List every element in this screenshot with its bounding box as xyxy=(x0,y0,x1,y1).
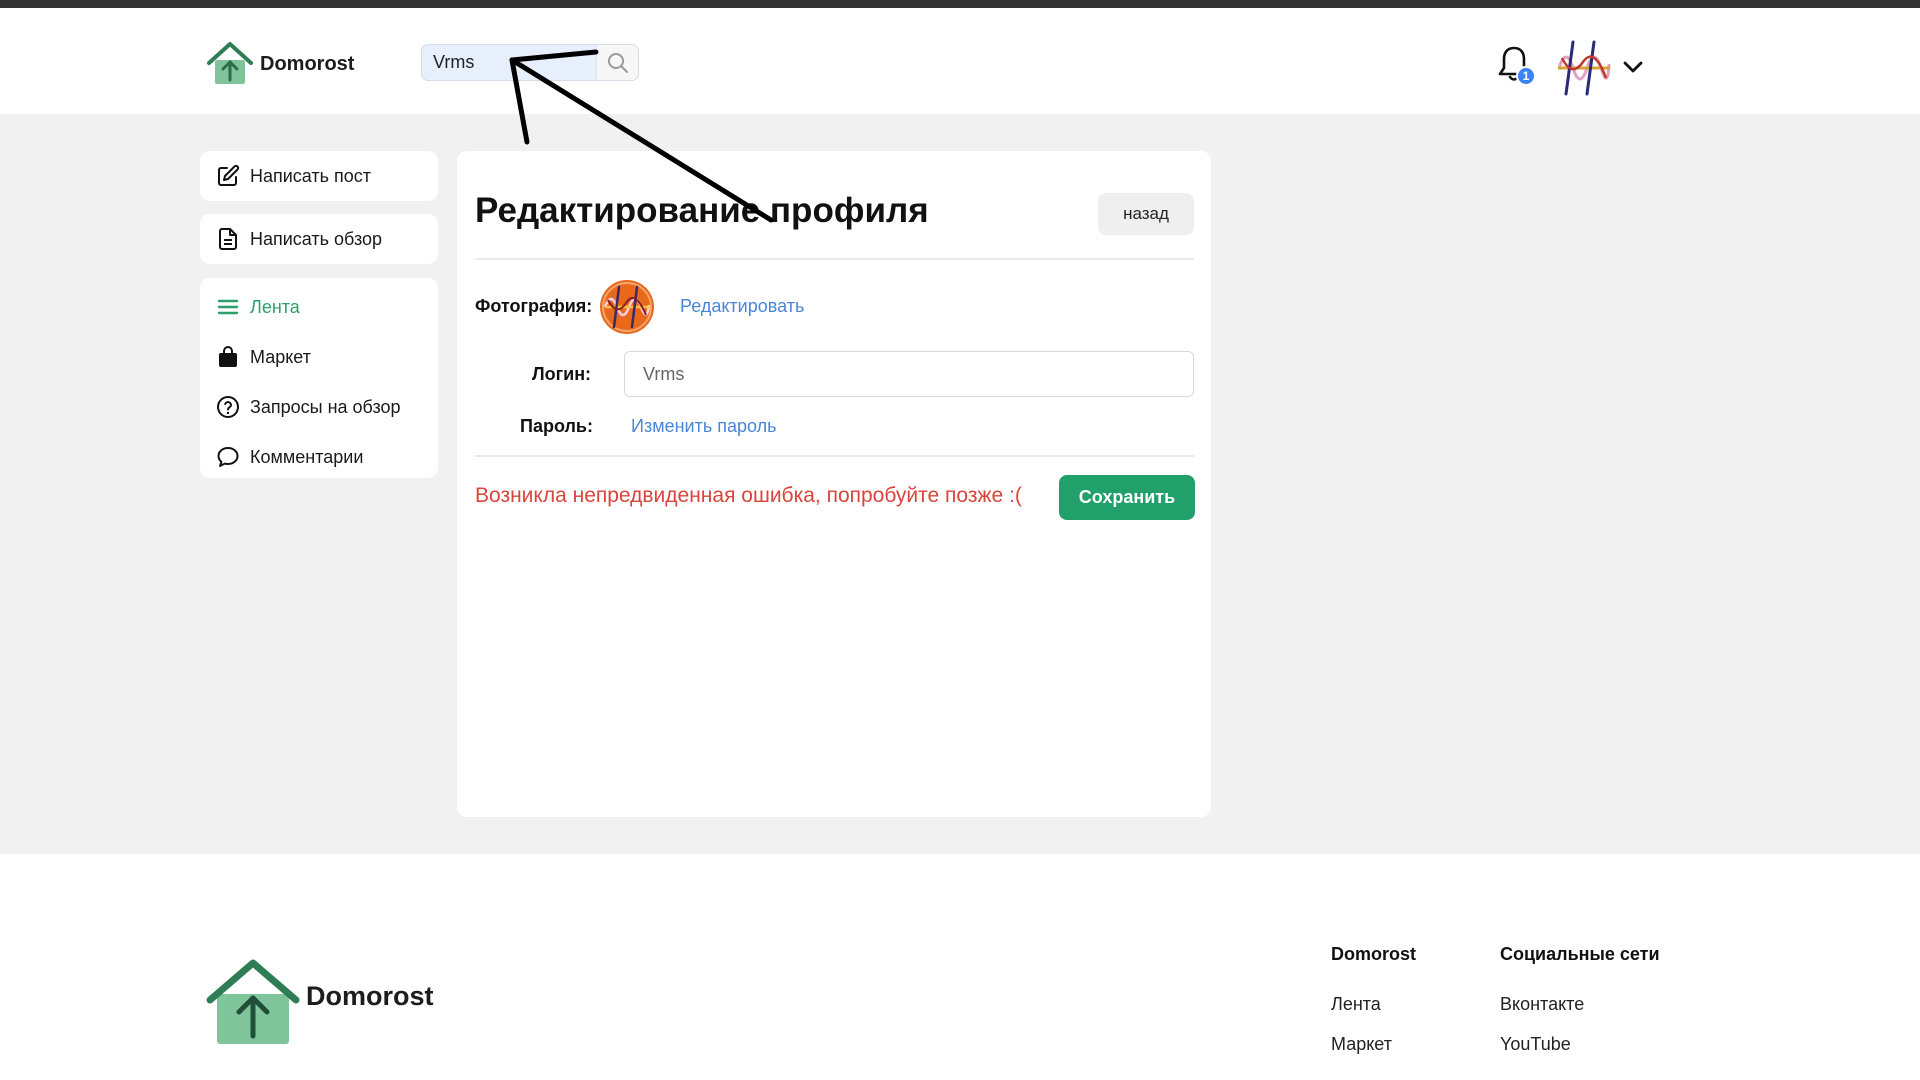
footer: Domorost Domorost Лента Маркет Социальны… xyxy=(0,854,1920,1080)
edit-icon xyxy=(218,164,240,186)
write-post-button[interactable]: Написать пост xyxy=(200,151,438,201)
sidebar-item-label: Запросы на обзор xyxy=(250,396,401,417)
footer-link-youtube[interactable]: YouTube xyxy=(1500,1034,1660,1062)
footer-column-social: Социальные сети Вконтакте YouTube xyxy=(1500,944,1660,1062)
header: Domorost 1 xyxy=(0,8,1920,114)
login-label: Логин: xyxy=(532,364,592,384)
sidebar-item-comments[interactable]: Комментарии xyxy=(200,432,438,482)
footer-heading: Domorost xyxy=(1331,944,1416,964)
login-field[interactable] xyxy=(624,351,1194,397)
back-button[interactable]: назад xyxy=(1098,193,1194,235)
window-top-strip xyxy=(0,0,1920,8)
profile-photo xyxy=(600,280,654,334)
write-post-label: Написать пост xyxy=(250,165,372,186)
user-menu[interactable] xyxy=(1556,38,1644,96)
page-title: Редактирование профиля xyxy=(475,191,929,230)
footer-link-market[interactable]: Маркет xyxy=(1331,1034,1416,1062)
sidebar-item-label: Маркет xyxy=(250,346,311,367)
search-input[interactable] xyxy=(422,45,597,80)
house-arrow-logo-icon xyxy=(206,959,300,1044)
title-divider xyxy=(475,258,1194,260)
sidebar-item-market[interactable]: Маркет xyxy=(200,332,438,382)
menu-icon xyxy=(217,299,239,315)
footer-heading: Социальные сети xyxy=(1500,944,1660,964)
avatar xyxy=(1557,40,1611,96)
sidebar-item-label: Лента xyxy=(250,296,300,317)
notification-badge: 1 xyxy=(1516,66,1536,86)
write-review-label: Написать обзор xyxy=(250,228,383,249)
profile-edit-card: Редактирование профиля назад Фотография:… xyxy=(457,151,1211,817)
sidebar-item-feed[interactable]: Лента xyxy=(200,282,438,332)
comment-icon xyxy=(217,447,239,467)
document-icon xyxy=(219,228,237,250)
change-password-link[interactable]: Изменить пароль xyxy=(631,416,776,437)
photo-label: Фотография: xyxy=(475,296,593,316)
house-arrow-logo-icon xyxy=(207,42,253,84)
shopping-bag-icon xyxy=(219,346,237,367)
search-button[interactable] xyxy=(596,45,638,80)
footer-logo-text: Domorost xyxy=(306,980,434,1011)
footer-column-domorost: Domorost Лента Маркет xyxy=(1331,944,1416,1062)
footer-logo[interactable]: Domorost xyxy=(206,958,434,1046)
header-logo-text: Domorost xyxy=(260,52,355,75)
search-icon xyxy=(607,52,628,73)
edit-photo-link[interactable]: Редактировать xyxy=(680,296,804,317)
question-icon xyxy=(217,396,239,418)
write-post-card: Написать пост xyxy=(200,151,438,201)
password-label: Пароль: xyxy=(520,416,593,436)
sidebar-item-label: Комментарии xyxy=(250,446,364,467)
write-review-card: Написать обзор xyxy=(200,214,438,264)
sidebar-nav: Лента Маркет Запросы на обзор Комментари… xyxy=(200,278,438,478)
notifications-button[interactable]: 1 xyxy=(1496,44,1536,88)
error-message: Возникла непредвиденная ошибка, попробуй… xyxy=(475,484,1022,507)
header-logo[interactable]: Domorost xyxy=(206,40,354,88)
footer-link-feed[interactable]: Лента xyxy=(1331,994,1416,1022)
chevron-down-icon xyxy=(1623,61,1643,73)
save-button[interactable]: Сохранить xyxy=(1059,475,1195,520)
search-box xyxy=(421,44,639,81)
footer-link-vkontakte[interactable]: Вконтакте xyxy=(1500,994,1660,1022)
sidebar-item-review-requests[interactable]: Запросы на обзор xyxy=(200,382,438,432)
write-review-button[interactable]: Написать обзор xyxy=(200,214,438,264)
form-divider xyxy=(475,455,1194,457)
